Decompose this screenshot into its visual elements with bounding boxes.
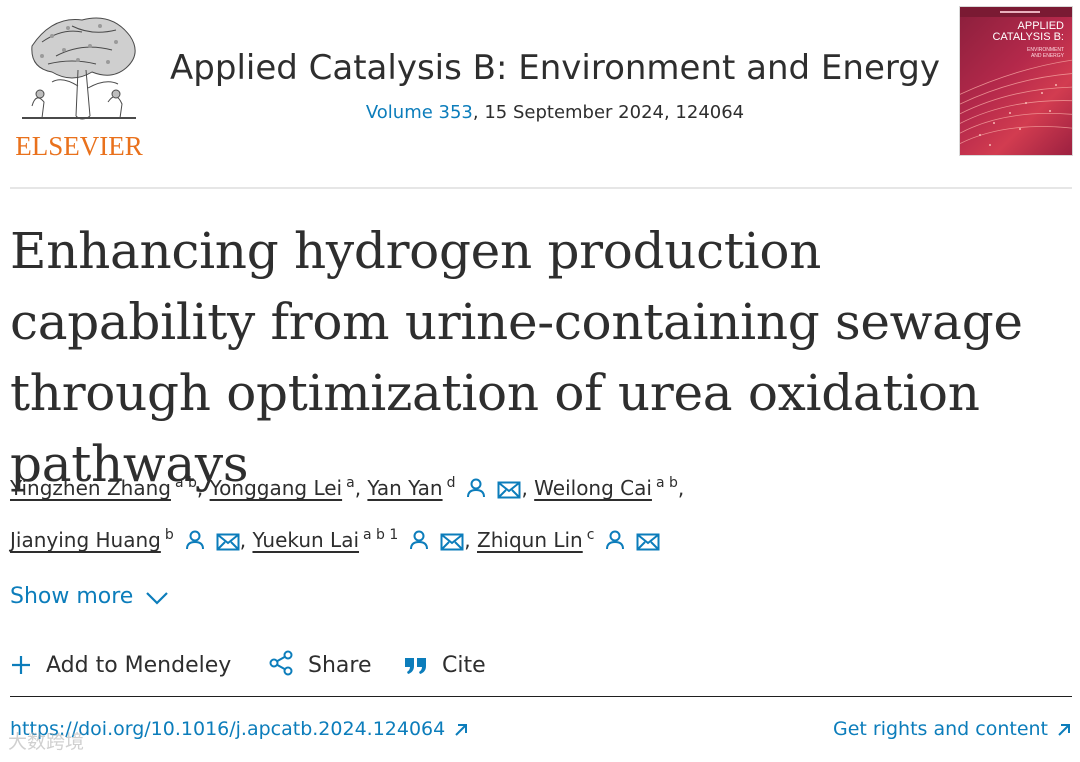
person-icon[interactable] bbox=[465, 471, 487, 514]
get-rights-link[interactable]: Get rights and content bbox=[833, 714, 1072, 744]
show-more-label: Show more bbox=[10, 584, 134, 609]
chevron-down-icon bbox=[146, 592, 169, 605]
author-item: Yonggang Lei a, bbox=[210, 475, 362, 500]
author-separator: , bbox=[464, 528, 471, 552]
person-icon[interactable] bbox=[184, 523, 206, 566]
cover-title-line2: CATALYSIS B: bbox=[992, 31, 1064, 43]
author-affiliation[interactable]: a bbox=[346, 475, 355, 491]
author-name-link[interactable]: Yingzhen Zhang bbox=[10, 476, 171, 500]
author-name-link[interactable]: Zhiqun Lin bbox=[477, 528, 583, 552]
add-to-mendeley-button[interactable]: Add to Mendeley bbox=[10, 648, 231, 684]
journal-cover-image[interactable]: APPLIED CATALYSIS B: ENVIRONMENT AND ENE… bbox=[959, 6, 1073, 156]
actions-divider bbox=[10, 696, 1072, 697]
author-name-link[interactable]: Yonggang Lei bbox=[210, 476, 343, 500]
share-button[interactable]: Share bbox=[268, 648, 372, 684]
external-link-arrow-icon bbox=[455, 724, 468, 736]
issue-date-article-number: , 15 September 2024, 124064 bbox=[472, 102, 745, 123]
author-affiliation[interactable]: b bbox=[165, 527, 174, 543]
author-name-link[interactable]: Weilong Cai bbox=[534, 476, 652, 500]
volume-link[interactable]: Volume 353 bbox=[366, 102, 473, 123]
journal-title[interactable]: Applied Catalysis B: Environment and Ene… bbox=[160, 46, 950, 90]
author-item: Yingzhen Zhang a b, bbox=[10, 475, 204, 500]
author-item: Weilong Cai a b, bbox=[534, 475, 685, 500]
get-rights-text: Get rights and content bbox=[832, 718, 1048, 740]
author-item: Jianying Huang b, bbox=[10, 527, 247, 552]
cite-button[interactable]: Cite bbox=[404, 648, 486, 684]
author-affiliation[interactable]: c bbox=[587, 527, 595, 543]
cover-top-band bbox=[960, 7, 1072, 17]
share-label: Share bbox=[308, 653, 372, 678]
author-affiliation[interactable]: a b bbox=[175, 475, 197, 491]
mail-icon[interactable] bbox=[497, 471, 521, 514]
author-item: Zhiqun Lin c bbox=[477, 527, 660, 552]
author-item: Yan Yan d, bbox=[367, 475, 528, 500]
author-name-link[interactable]: Yuekun Lai bbox=[252, 528, 359, 552]
cover-subtitle: ENVIRONMENT AND ENERGY bbox=[964, 47, 1064, 59]
watermark-text: 大数跨境 bbox=[8, 731, 85, 753]
journal-header: ELSEVIER Applied Catalysis B: Environmen… bbox=[0, 0, 1080, 188]
elsevier-tree-icon bbox=[22, 17, 136, 120]
author-separator: , bbox=[239, 528, 247, 552]
quote-icon bbox=[405, 658, 426, 674]
add-to-mendeley-label: Add to Mendeley bbox=[46, 653, 232, 678]
mail-icon[interactable] bbox=[440, 523, 464, 566]
author-separator: , bbox=[521, 476, 528, 500]
author-name-link[interactable]: Jianying Huang bbox=[10, 528, 161, 552]
author-affiliation[interactable]: a b bbox=[656, 475, 678, 491]
cite-label: Cite bbox=[442, 653, 486, 678]
elsevier-wordmark: ELSEVIER bbox=[15, 131, 143, 161]
show-more-button[interactable]: Show more bbox=[10, 579, 169, 615]
article-title: Enhancing hydrogen production capability… bbox=[10, 222, 1023, 493]
mail-icon[interactable] bbox=[636, 523, 660, 566]
person-icon[interactable] bbox=[604, 523, 626, 566]
external-link-arrow-icon bbox=[1058, 724, 1070, 736]
cover-title: APPLIED CATALYSIS B: bbox=[964, 21, 1064, 43]
plus-icon bbox=[12, 656, 30, 674]
author-affiliation[interactable]: d bbox=[447, 475, 456, 491]
author-list: Yingzhen Zhang a b, Yonggang Lei a, Yan Ya… bbox=[10, 462, 1075, 566]
author-separator: , bbox=[677, 476, 685, 500]
watermark: 大数跨境 bbox=[8, 728, 84, 756]
author-name-link[interactable]: Yan Yan bbox=[367, 476, 442, 500]
author-separator: , bbox=[354, 476, 362, 500]
share-icon bbox=[269, 650, 293, 676]
header-divider bbox=[10, 187, 1072, 189]
author-separator: , bbox=[196, 476, 204, 500]
journal-issue-info: Volume 353, 15 September 2024, 124064 bbox=[160, 100, 950, 126]
person-icon[interactable] bbox=[408, 523, 430, 566]
article-actions: Add to Mendeley Share Cite bbox=[10, 648, 1075, 684]
cover-artwork bbox=[960, 59, 1072, 146]
author-affiliation[interactable]: a b 1 bbox=[363, 527, 398, 543]
elsevier-logo[interactable]: ELSEVIER bbox=[12, 6, 146, 160]
mail-icon[interactable] bbox=[216, 523, 240, 566]
author-item: Yuekun Lai a b 1, bbox=[252, 527, 471, 552]
